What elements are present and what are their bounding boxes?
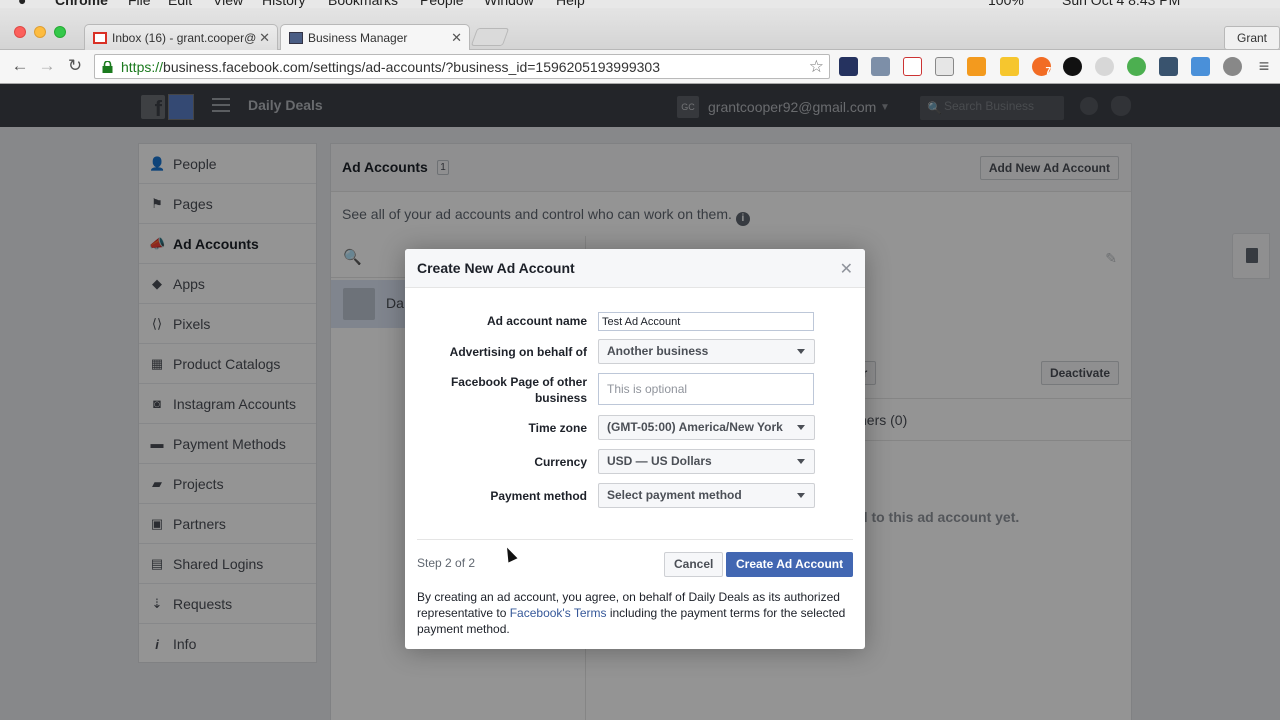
back-icon[interactable]: ← [10, 56, 30, 76]
business-manager-icon [289, 31, 303, 44]
browser-tab-business-manager[interactable]: Business Manager ✕ [280, 24, 470, 50]
os-menu-bookmarks[interactable]: Bookmarks [328, 0, 398, 8]
field-label: Facebook Page of other business [450, 375, 587, 405]
dialog-header: Create New Ad Account ✕ [405, 249, 865, 288]
dialog-title: Create New Ad Account [417, 260, 575, 276]
field-label: Currency [534, 455, 587, 469]
os-menu-help[interactable]: Help [556, 0, 585, 8]
window-zoom-button[interactable] [54, 26, 66, 38]
bookmark-star-icon[interactable]: ☆ [809, 57, 824, 77]
create-ad-account-dialog: Create New Ad Account ✕ Ad account name … [405, 249, 865, 649]
tab-title: Business Manager [308, 30, 408, 45]
behalf-of-select[interactable]: Another business [598, 339, 815, 364]
extension-gray-icon[interactable] [1095, 57, 1114, 76]
os-menu-people[interactable]: People [420, 0, 464, 8]
browser-toolbar: ← → ↻ https://business.facebook.com/sett… [0, 50, 1280, 84]
os-menu-bar: ● Chrome File Edit View History Bookmark… [0, 0, 1280, 8]
extension-settings-icon[interactable] [1223, 57, 1242, 76]
extension-1-icon[interactable] [839, 57, 858, 76]
extension-badge-icon[interactable]: 7 [1032, 57, 1051, 77]
create-ad-account-button[interactable]: Create Ad Account [726, 552, 854, 577]
new-tab-button[interactable] [470, 28, 510, 46]
caret-down-icon [797, 349, 805, 354]
caret-down-icon [797, 493, 805, 498]
extension-green-icon[interactable] [1127, 57, 1146, 76]
field-label: Advertising on behalf of [449, 345, 587, 359]
field-label: Time zone [528, 421, 587, 435]
window-close-button[interactable] [14, 26, 26, 38]
step-indicator: Step 2 of 2 [417, 556, 476, 570]
extension-blue-icon[interactable] [1191, 57, 1210, 76]
caret-down-icon [797, 459, 805, 464]
tab-close-icon[interactable]: ✕ [451, 30, 462, 46]
chrome-menu-icon[interactable]: ≡ [1254, 56, 1274, 76]
profile-button[interactable]: Grant [1223, 26, 1280, 50]
extension-gmail-icon[interactable] [903, 57, 922, 76]
extension-code-icon[interactable] [871, 57, 890, 76]
cancel-button[interactable]: Cancel [664, 552, 724, 577]
caret-down-icon [797, 425, 805, 430]
menu-clock: Sun Oct 4 8:43 PM [1062, 0, 1181, 8]
os-menu-file[interactable]: File [128, 0, 151, 8]
lock-icon [102, 61, 113, 73]
extension-notes-icon[interactable] [1000, 57, 1019, 76]
payment-method-select[interactable]: Select payment method [598, 483, 815, 508]
os-menu-edit[interactable]: Edit [168, 0, 192, 8]
reload-icon[interactable]: ↻ [65, 56, 85, 76]
currency-select[interactable]: USD — US Dollars [598, 449, 815, 474]
extension-cast-icon[interactable] [935, 57, 954, 76]
tab-title: Inbox (16) - grant.cooper@ [112, 30, 257, 45]
divider [417, 539, 853, 540]
extension-play-icon[interactable] [1063, 57, 1082, 76]
window-minimize-button[interactable] [34, 26, 46, 38]
address-bar[interactable]: https://business.facebook.com/settings/a… [94, 54, 830, 79]
close-icon[interactable]: ✕ [840, 259, 853, 279]
apple-icon[interactable]: ● [18, 0, 26, 8]
extension-chart-icon[interactable] [967, 57, 986, 76]
facebook-page-input[interactable] [598, 373, 814, 405]
ad-account-name-input[interactable] [598, 312, 814, 331]
terms-notice: By creating an ad account, you agree, on… [417, 590, 846, 636]
time-zone-select[interactable]: (GMT-05:00) America/New York [598, 415, 815, 440]
field-label: Payment method [490, 489, 587, 503]
facebook-terms-link[interactable]: Facebook's Terms [510, 606, 607, 620]
gmail-icon [93, 31, 107, 44]
os-menu-view[interactable]: View [213, 0, 243, 8]
battery-level: 100% [988, 0, 1024, 8]
browser-tab-strip: Inbox (16) - grant.cooper@ ✕ Business Ma… [0, 8, 1280, 50]
tab-close-icon[interactable]: ✕ [259, 30, 270, 46]
os-menu-history[interactable]: History [262, 0, 306, 8]
field-label: Ad account name [486, 314, 587, 328]
forward-icon[interactable]: → [37, 56, 57, 76]
browser-tab-gmail[interactable]: Inbox (16) - grant.cooper@ ✕ [84, 24, 278, 50]
os-menu-chrome[interactable]: Chrome [55, 0, 108, 8]
url-text: https://business.facebook.com/settings/a… [121, 59, 660, 75]
os-menu-window[interactable]: Window [484, 0, 534, 8]
extension-100-icon[interactable] [1159, 57, 1178, 76]
